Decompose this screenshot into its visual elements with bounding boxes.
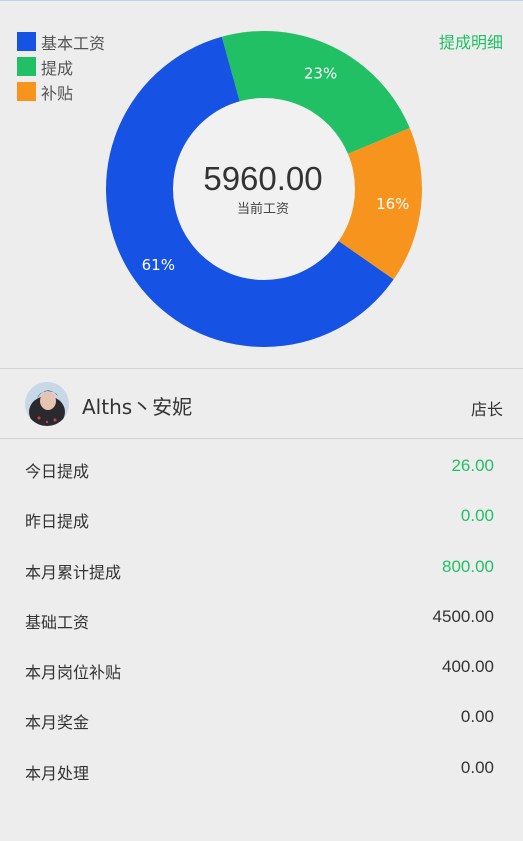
stat-value: 800.00 [442,556,494,576]
stat-label: 今日提成 [25,462,90,481]
salary-chart: 23% 16% 61% 基本工资提成补贴 提成明细 5960.00 当前工资 [0,0,523,368]
slice-percent-label: 23% [304,65,337,83]
stat-value: 4500.00 [432,606,494,626]
stat-row: 今日提成 26.00 [0,444,523,494]
stat-row: 基础工资 4500.00 [0,595,523,645]
legend-item: 提成 [17,54,105,79]
slice-percent-label: 61% [142,256,175,274]
current-salary-value: 5960.00 [203,160,323,197]
avatar[interactable] [25,382,69,426]
legend-label: 基本工资 [41,33,106,53]
legend-item: 补贴 [17,79,105,104]
current-salary-label: 当前工资 [236,202,289,217]
chart-legend: 基本工资 提成 补贴 [17,29,105,104]
user-name: Alths丶安妮 [82,395,193,419]
stat-value: 0.00 [460,757,494,777]
stat-row: 本月奖金 0.00 [0,695,523,745]
stat-row: 本月累计提成 800.00 [0,545,523,595]
stats-list: 今日提成 26.00 昨日提成 0.00 本月累计提成 800.00 基础工资 4500.00… [0,444,523,796]
stat-value: 26.00 [451,456,494,475]
stat-value: 0.00 [460,506,494,526]
stat-value: 0.00 [460,707,494,727]
stat-label: 本月处理 [25,763,90,783]
stat-value: 400.00 [442,657,494,677]
legend-label: 补贴 [41,83,74,103]
legend-swatch [17,82,36,101]
stat-row: 本月处理 0.00 [0,746,523,796]
legend-swatch [17,32,36,51]
stat-label: 昨日提成 [25,512,90,532]
stat-label: 本月累计提成 [25,562,122,582]
stat-label: 本月岗位补贴 [25,663,122,683]
stat-row: 昨日提成 0.00 [0,494,523,544]
divider [0,438,523,439]
user-role: 店长 [470,400,503,419]
legend-item: 基本工资 [17,29,105,54]
stat-label: 本月奖金 [25,713,90,733]
slice-percent-label: 16% [376,195,409,213]
user-info-row: Alths丶安妮 店长 [0,369,523,438]
commission-detail-link[interactable]: 提成明细 [439,29,503,53]
stat-label: 基础工资 [25,612,90,632]
legend-swatch [17,57,36,76]
stat-row: 本月岗位补贴 400.00 [0,645,523,695]
legend-label: 提成 [41,58,74,78]
